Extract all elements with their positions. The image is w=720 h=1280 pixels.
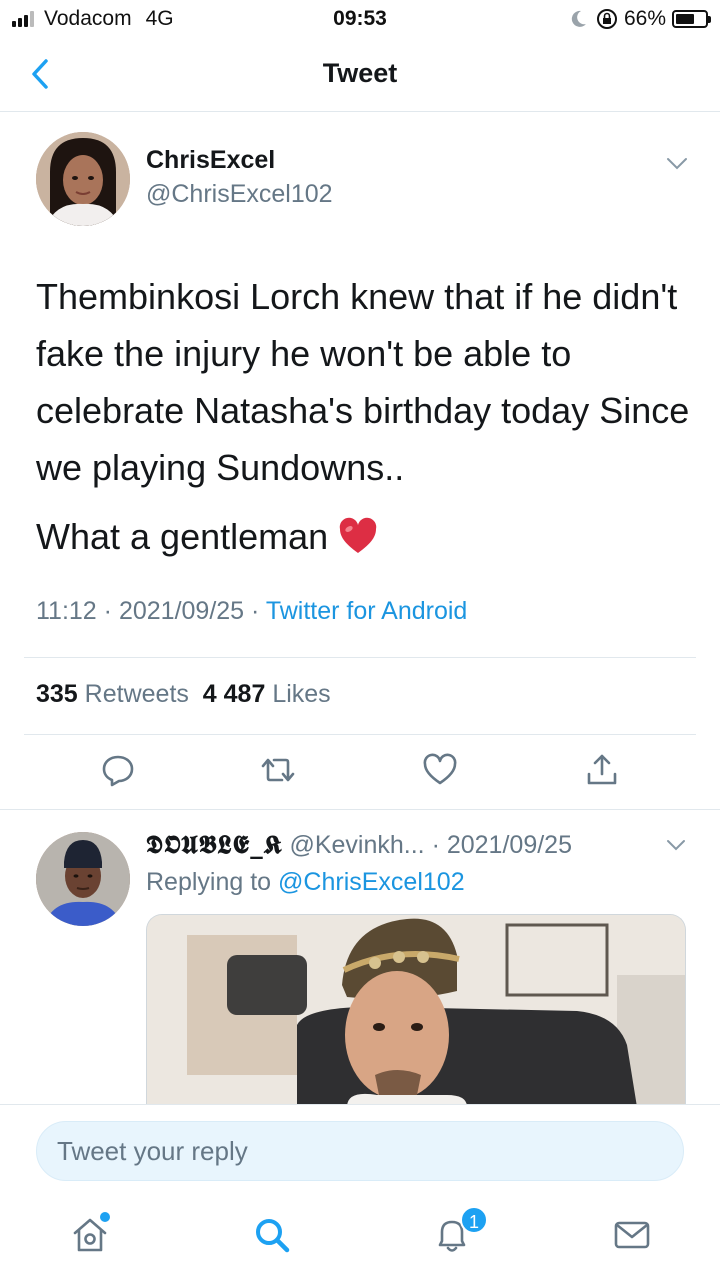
divider [0,809,720,810]
rotation-lock-icon [596,9,617,29]
reply-author-name[interactable]: 𝕯𝕺𝖀𝕭𝕷𝕰_𝕶 [146,830,283,859]
tweet-date: 2021/09/25 [118,597,245,625]
home-unread-dot [100,1212,110,1222]
page-title: Tweet [322,58,398,88]
tweet-text-secondary: What a gentleman [36,516,329,557]
red-heart-emoji [339,517,377,553]
chevron-down-icon[interactable] [664,154,690,174]
likes-label[interactable]: Likes [272,680,330,708]
reply-composer [36,1121,684,1181]
reply-input[interactable] [57,1122,657,1180]
tweet-actions [0,752,720,792]
divider [24,657,696,658]
bottom-bar [0,1104,720,1280]
replying-to: Replying to @ChrisExcel102 [146,868,465,897]
messages-icon[interactable] [612,1215,652,1255]
retweets-count[interactable]: 335 [36,680,78,708]
divider [24,734,696,735]
status-bar: Vodacom 4G 09:53 66% [0,0,720,36]
battery-icon [672,10,711,28]
tweet-text-line2: What a gentleman [36,508,378,565]
tweet-meta: 11:12 · 2021/09/25 · Twitter for Android [36,597,468,625]
author-handle[interactable]: @ChrisExcel102 [146,180,333,209]
like-icon[interactable] [422,752,458,788]
reply-date: · 2021/09/25 [431,831,572,859]
chevron-down-icon[interactable] [664,836,688,854]
moon-icon [571,10,586,27]
nav-bar: Tweet [0,36,720,112]
replying-prefix: Replying to [146,868,272,896]
retweet-icon[interactable] [260,752,296,788]
likes-count[interactable]: 4 487 [203,680,266,708]
share-icon[interactable] [584,752,620,788]
reply-author-avatar[interactable] [36,832,130,926]
tweet-source-link[interactable]: Twitter for Android [266,597,467,625]
author-avatar[interactable] [36,132,130,226]
retweets-label[interactable]: Retweets [85,680,189,708]
search-icon[interactable] [252,1215,292,1255]
replying-to-link[interactable]: @ChrisExcel102 [278,868,465,896]
notification-badge: 1 [460,1206,488,1234]
reply-header: 𝕯𝕺𝖀𝕭𝕷𝕰_𝕶 @Kevinkh... · 2021/09/25 [146,830,572,860]
reply-author-handle[interactable]: @Kevinkh... [289,831,424,859]
tweet-time: 11:12 [36,597,97,625]
battery-percent: 66% [623,7,666,30]
status-right: 66% [568,7,711,31]
reply-media-image[interactable] [146,914,686,1106]
reply-icon[interactable] [100,752,136,788]
author-name[interactable]: ChrisExcel [146,146,275,175]
tweet-text: Thembinkosi Lorch knew that if he didn't… [36,276,690,488]
tweet-stats: 335 Retweets 4 487 Likes [36,680,331,709]
